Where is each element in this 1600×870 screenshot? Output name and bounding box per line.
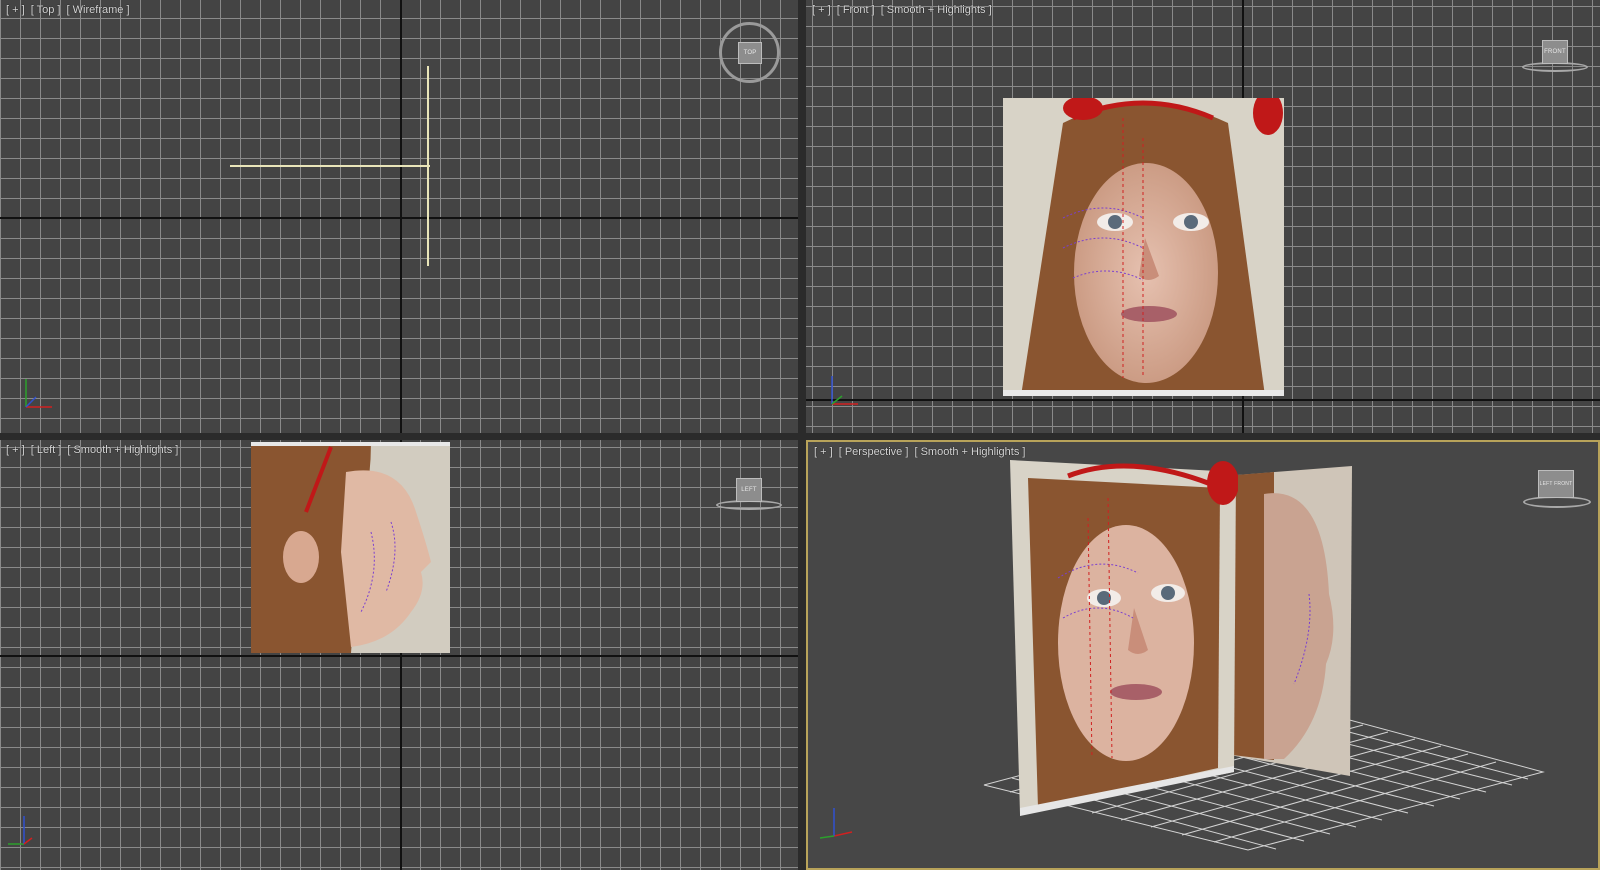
viewport-menu-plus[interactable]: [ + ] (6, 4, 25, 16)
viewport-layout: [ + ] [ Top ] [ Wireframe ] TOP [+] [… (0, 0, 1600, 870)
viewport-top[interactable]: [ + ] [ Top ] [ Wireframe ] TOP (0, 0, 800, 435)
left-plane-edge[interactable] (427, 66, 429, 266)
viewport-point-of-view[interactable]: [ Perspective ] (839, 446, 909, 458)
viewport-point-of-view[interactable]: [ Left ] (31, 444, 62, 456)
viewport-point-of-view[interactable]: [ Top ] (31, 4, 61, 16)
left-reference-image[interactable] (251, 442, 450, 653)
viewcube-face-label: LEFT (741, 487, 757, 493)
viewport-label-front: [ + ] [ Front ] [ Smooth + Highlights ] (812, 4, 995, 16)
viewport-shading-mode[interactable]: [ Smooth + Highlights ] (914, 446, 1025, 458)
viewcube-face-label: FRONT (1544, 49, 1566, 55)
viewport-front[interactable]: [ + ] [ Front ] [ Smooth + Highlights ] … (806, 0, 1600, 435)
viewport-menu-plus[interactable]: [ + ] (6, 444, 25, 456)
viewport-label-perspective: [ + ] [ Perspective ] [ Smooth + Highlig… (814, 446, 1028, 458)
axis-tripod-icon (25, 379, 52, 408)
front-reference-plane-3d[interactable] (1008, 458, 1238, 824)
viewport-perspective[interactable]: [ + ] [ Perspective ] [ Smooth + Highlig… (806, 440, 1600, 870)
viewcube-icon[interactable]: FRONT (1542, 40, 1568, 64)
axis-tripod-icon (831, 376, 858, 405)
viewcube-icon[interactable]: LEFT FRONT (1538, 470, 1574, 498)
grid-axis-horizontal (0, 217, 798, 219)
viewport-menu-plus[interactable]: [ + ] (814, 446, 833, 458)
viewcube-icon[interactable]: LEFT (736, 478, 762, 502)
viewcube-face-label: LEFT FRONT (1539, 481, 1573, 487)
viewport-point-of-view[interactable]: [ Front ] (837, 4, 875, 16)
viewport-left[interactable]: [ + ] [ Left ] [ Smooth + Highlights ] L… (0, 440, 800, 870)
viewport-shading-mode[interactable]: [ Wireframe ] (67, 4, 130, 16)
grid-axis-horizontal (0, 655, 798, 657)
axis-tripod-icon (819, 808, 853, 839)
viewport-menu-plus[interactable]: [ + ] (812, 4, 831, 16)
viewport-label-left: [ + ] [ Left ] [ Smooth + Highlights ] (6, 444, 181, 456)
grid-axis-horizontal (806, 399, 1600, 401)
front-plane-edge[interactable] (230, 165, 430, 167)
viewcube-icon[interactable]: TOP (738, 42, 762, 64)
viewcube-face-label: TOP (743, 50, 757, 56)
viewport-shading-mode[interactable]: [ Smooth + Highlights ] (881, 4, 992, 16)
viewport-label-top: [ + ] [ Top ] [ Wireframe ] (6, 4, 133, 16)
viewport-shading-mode[interactable]: [ Smooth + Highlights ] (67, 444, 178, 456)
axis-tripod-icon (8, 816, 33, 845)
front-reference-image[interactable] (1003, 98, 1284, 396)
